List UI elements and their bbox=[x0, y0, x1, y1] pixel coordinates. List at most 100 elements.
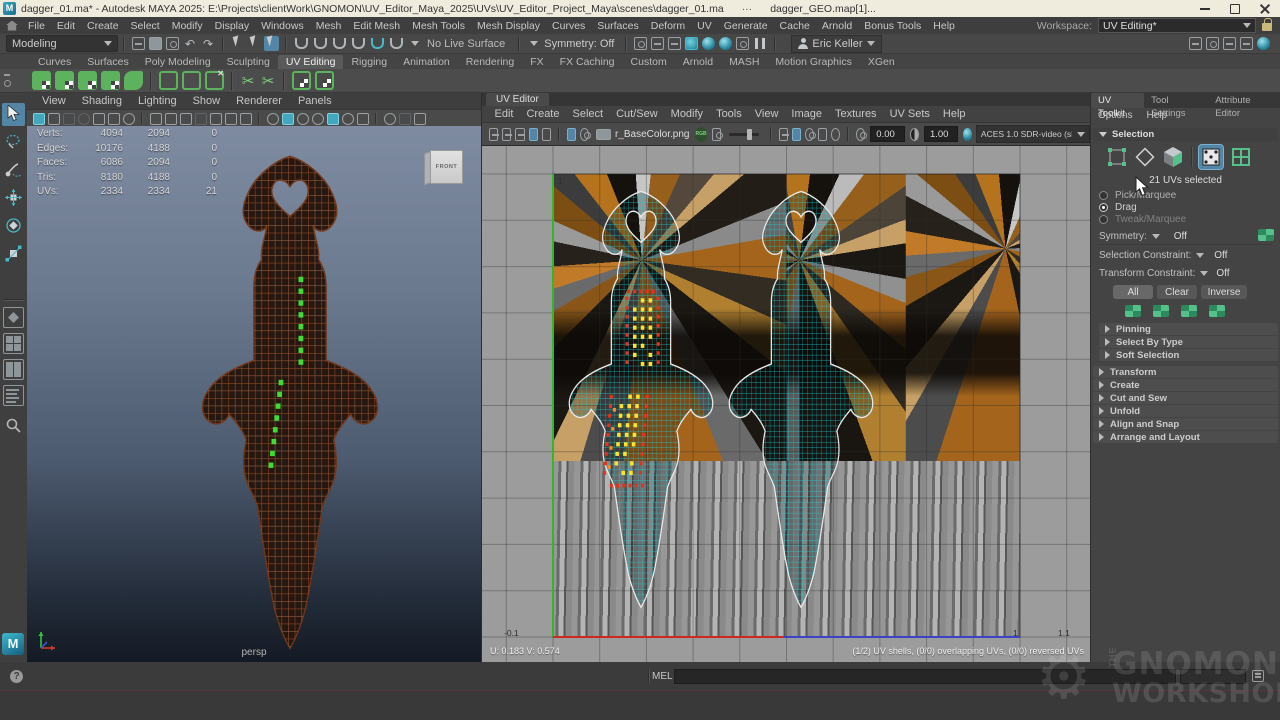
section-arrange-and-layout[interactable]: Arrange and Layout bbox=[1093, 431, 1278, 443]
ipr-render-icon[interactable] bbox=[668, 37, 681, 50]
menu-edit-mesh[interactable]: Edit Mesh bbox=[347, 20, 406, 32]
shelf-menu-icon[interactable] bbox=[4, 74, 10, 76]
exposure-field[interactable]: 0.00 bbox=[870, 126, 904, 142]
symmetry-chevron-icon[interactable] bbox=[530, 41, 538, 46]
shelf-tab-rendering[interactable]: Rendering bbox=[458, 55, 522, 69]
unfold-tool-icon[interactable] bbox=[182, 71, 201, 90]
shelf-tab-uv-editing[interactable]: UV Editing bbox=[278, 55, 344, 69]
uv-menu-cut-sew[interactable]: Cut/Sew bbox=[610, 108, 665, 120]
select-object-icon[interactable] bbox=[247, 36, 262, 51]
mel-label[interactable]: MEL bbox=[652, 671, 673, 682]
color-management-icon[interactable] bbox=[963, 128, 972, 141]
menu-bonus-tools[interactable]: Bonus Tools bbox=[858, 20, 927, 32]
use-all-lights-icon[interactable] bbox=[312, 113, 324, 125]
uv-menu-textures[interactable]: Textures bbox=[828, 108, 883, 120]
shelf-tab-curves[interactable]: Curves bbox=[30, 55, 79, 69]
radio-drag[interactable]: Drag bbox=[1099, 202, 1137, 213]
exposure-toggle-icon[interactable] bbox=[414, 113, 426, 125]
menu-file[interactable]: File bbox=[22, 20, 51, 32]
select-boundary-icon[interactable] bbox=[1181, 305, 1197, 317]
symmetry-status[interactable]: Symmetry: Off bbox=[544, 38, 614, 50]
save-scene-icon[interactable] bbox=[166, 37, 179, 50]
texture-name-field[interactable]: r_BaseColor.png bbox=[594, 126, 690, 142]
signed-in-user[interactable]: Eric Keller bbox=[791, 35, 882, 53]
shrink-selection-icon[interactable] bbox=[1125, 305, 1141, 317]
menu-mesh-tools[interactable]: Mesh Tools bbox=[406, 20, 471, 32]
grid-toggle-icon[interactable] bbox=[150, 113, 162, 125]
histogram-alt-icon[interactable] bbox=[515, 128, 524, 141]
display-image-icon[interactable] bbox=[792, 128, 801, 141]
3d-cut-sew-tool-icon[interactable] bbox=[159, 71, 178, 90]
gamma-icon[interactable] bbox=[910, 128, 919, 141]
menu-uv[interactable]: UV bbox=[691, 20, 718, 32]
image-range-icon[interactable] bbox=[712, 128, 721, 141]
uv-menu-view[interactable]: View bbox=[748, 108, 785, 120]
bookmark-icon[interactable] bbox=[78, 113, 90, 125]
menu-generate[interactable]: Generate bbox=[718, 20, 774, 32]
histogram-icon[interactable] bbox=[502, 128, 511, 141]
isolate-select-icon[interactable] bbox=[384, 113, 396, 125]
section-create[interactable]: Create bbox=[1093, 379, 1278, 391]
menu-cache[interactable]: Cache bbox=[774, 20, 816, 32]
layout-single-pane-button[interactable] bbox=[3, 307, 24, 328]
shelf-tab-poly-modeling[interactable]: Poly Modeling bbox=[137, 55, 219, 69]
edge-mode-icon[interactable] bbox=[1133, 145, 1157, 169]
grease-pencil-icon[interactable] bbox=[123, 113, 135, 125]
gate-mask-icon[interactable] bbox=[195, 113, 207, 125]
rotate-tool[interactable] bbox=[2, 215, 25, 238]
dagger-3d-model[interactable] bbox=[27, 126, 481, 662]
dim-image-icon[interactable] bbox=[580, 128, 589, 141]
menu-display[interactable]: Display bbox=[209, 20, 255, 32]
menu-set-selector[interactable]: Modeling bbox=[6, 35, 118, 52]
view-cube[interactable]: FRONT bbox=[423, 148, 463, 184]
uv-shells-overlay[interactable] bbox=[482, 146, 1090, 662]
paint-select-tool[interactable] bbox=[2, 159, 25, 182]
uv-distortion-icon[interactable] bbox=[489, 128, 498, 141]
optimize-tool-icon[interactable]: ✕ bbox=[205, 71, 224, 90]
script-editor-icon[interactable] bbox=[1252, 670, 1264, 682]
selection-section-header[interactable]: Selection bbox=[1093, 128, 1278, 141]
modeling-toolkit-icon[interactable] bbox=[1189, 37, 1202, 50]
shelf-tab-surfaces[interactable]: Surfaces bbox=[79, 55, 136, 69]
shelf-tab-fx[interactable]: FX bbox=[522, 55, 551, 69]
viewport-menu-renderer[interactable]: Renderer bbox=[229, 95, 289, 107]
menu-select[interactable]: Select bbox=[125, 20, 166, 32]
select-tool[interactable] bbox=[2, 103, 25, 126]
uv-menu-select[interactable]: Select bbox=[566, 108, 610, 120]
snap-to-view-plane-icon[interactable] bbox=[371, 38, 384, 49]
shadows-icon[interactable] bbox=[327, 113, 339, 125]
section-soft-selection[interactable]: Soft Selection bbox=[1099, 349, 1278, 361]
move-tool[interactable] bbox=[2, 187, 25, 210]
scale-tool[interactable] bbox=[2, 243, 25, 266]
humanik-icon[interactable] bbox=[1206, 37, 1219, 50]
shelf-tab-mash[interactable]: MASH bbox=[721, 55, 767, 69]
toolkit-menu-help[interactable]: Help bbox=[1139, 110, 1174, 121]
tab-uv-toolkit[interactable]: UV Toolkit bbox=[1091, 93, 1144, 108]
symmetry-value[interactable]: Off bbox=[1174, 231, 1187, 242]
symmetry-grid-icon[interactable] bbox=[1258, 229, 1274, 241]
maya-home-icon[interactable] bbox=[6, 21, 18, 31]
shelf-tab-xgen[interactable]: XGen bbox=[860, 55, 903, 69]
transform-constraint-value[interactable]: Off bbox=[1216, 268, 1229, 279]
search-icon[interactable] bbox=[2, 415, 25, 438]
rgb-channels-icon[interactable]: RGB bbox=[695, 127, 706, 142]
shelf-tab-custom[interactable]: Custom bbox=[623, 55, 675, 69]
section-transform[interactable]: Transform bbox=[1093, 366, 1278, 378]
vertex-mode-icon[interactable] bbox=[1105, 145, 1129, 169]
snap-to-point-icon[interactable] bbox=[333, 38, 346, 49]
pixel-snap-icon[interactable] bbox=[831, 128, 840, 141]
tab-tool-settings[interactable]: Tool Settings bbox=[1144, 93, 1208, 108]
motion-blur-icon[interactable] bbox=[357, 113, 369, 125]
close-button[interactable] bbox=[1250, 0, 1280, 17]
channel-box-icon[interactable] bbox=[1257, 37, 1270, 50]
automatic-mapping-icon[interactable] bbox=[101, 71, 120, 90]
safe-action-icon[interactable] bbox=[225, 113, 237, 125]
two-d-pan-zoom-icon[interactable] bbox=[108, 113, 120, 125]
layout-outliner-button[interactable] bbox=[3, 385, 24, 406]
select-loop-icon[interactable] bbox=[1209, 305, 1225, 317]
viewport-menu-show[interactable]: Show bbox=[186, 95, 228, 107]
workspace-selector[interactable]: UV Editing* bbox=[1098, 18, 1256, 33]
shelf-tab-rigging[interactable]: Rigging bbox=[343, 55, 395, 69]
chevron-down-icon[interactable] bbox=[1196, 253, 1204, 258]
open-scene-icon[interactable] bbox=[149, 37, 162, 50]
